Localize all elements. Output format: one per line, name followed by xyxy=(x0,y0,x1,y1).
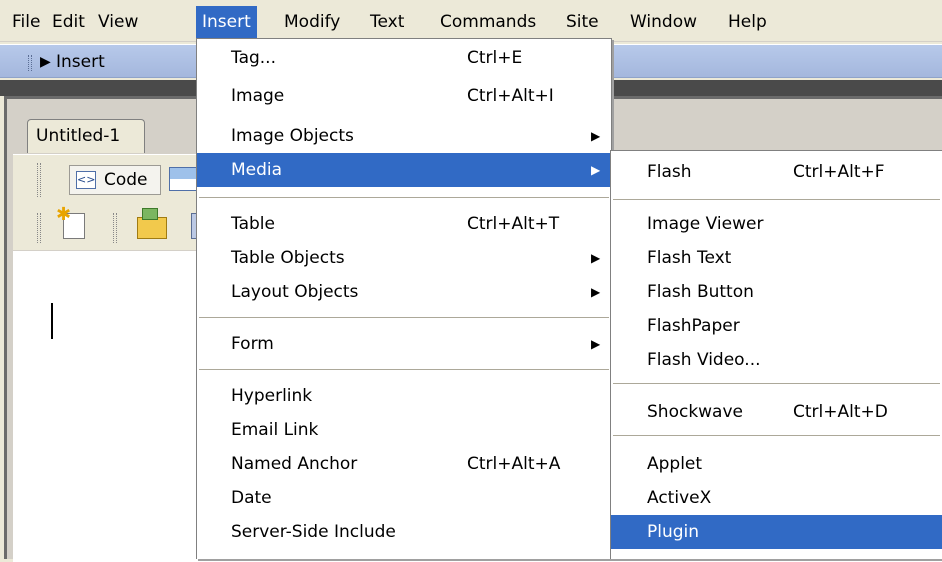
menu-item-label: Date xyxy=(231,488,272,508)
menu-item-flash-text[interactable]: Flash Text xyxy=(611,241,942,275)
menu-item-activex[interactable]: ActiveX xyxy=(611,481,942,515)
menu-item-flash[interactable]: Flash Ctrl+Alt+F xyxy=(611,155,942,189)
menu-separator xyxy=(199,317,609,318)
menu-item-label: Tag... xyxy=(231,48,276,68)
menu-item-flashpaper[interactable]: FlashPaper xyxy=(611,309,942,343)
menu-item-label: Flash Video... xyxy=(647,350,761,370)
menu-separator xyxy=(613,199,940,200)
toolbar-grip[interactable] xyxy=(37,163,41,197)
menu-bar: File Edit View Insert Modify Text Comman… xyxy=(0,0,942,42)
menu-item-label: Image Viewer xyxy=(647,214,764,234)
menu-item-date[interactable]: Date xyxy=(197,481,611,515)
menu-item-label: Image xyxy=(231,86,285,106)
menu-item-flash-button[interactable]: Flash Button xyxy=(611,275,942,309)
menu-window[interactable]: Window xyxy=(624,6,703,38)
menu-commands[interactable]: Commands xyxy=(434,6,542,38)
menu-item-label: Table Objects xyxy=(231,248,345,268)
menu-item-image[interactable]: Image Ctrl+Alt+I xyxy=(197,79,611,113)
menu-item-label: Applet xyxy=(647,454,703,474)
menu-item-label: Form xyxy=(231,334,274,354)
menu-item-label: Flash Text xyxy=(647,248,732,268)
submenu-arrow-icon: ▶ xyxy=(591,285,601,299)
menu-item-shortcut: Ctrl+Alt+T xyxy=(467,214,560,234)
document-tab[interactable]: Untitled-1 xyxy=(27,119,145,153)
menu-item-shortcut: Ctrl+Alt+D xyxy=(793,402,888,422)
menu-item-layout-objects[interactable]: Layout Objects ▶ xyxy=(197,275,611,309)
menu-item-image-objects[interactable]: Image Objects ▶ xyxy=(197,119,611,153)
menu-separator xyxy=(613,383,940,384)
menu-item-image-viewer[interactable]: Image Viewer xyxy=(611,207,942,241)
toolbar-grip[interactable] xyxy=(37,213,41,243)
menu-text[interactable]: Text xyxy=(364,6,410,38)
menu-item-tag[interactable]: Tag... Ctrl+E xyxy=(197,41,611,75)
menu-item-applet[interactable]: Applet xyxy=(611,447,942,481)
menu-item-flash-video[interactable]: Flash Video... xyxy=(611,343,942,377)
menu-file[interactable]: File xyxy=(6,6,46,38)
menu-item-shortcut: Ctrl+Alt+A xyxy=(467,454,561,474)
menu-item-shortcut: Ctrl+Alt+I xyxy=(467,86,554,106)
menu-separator xyxy=(613,435,940,436)
submenu-arrow-icon: ▶ xyxy=(591,163,601,177)
menu-item-shortcut: Ctrl+Alt+F xyxy=(793,162,885,182)
code-button-label: Code xyxy=(104,170,148,190)
menu-item-label: Media xyxy=(231,160,283,180)
submenu-arrow-icon: ▶ xyxy=(591,337,601,351)
submenu-arrow-icon: ▶ xyxy=(591,129,601,143)
menu-item-table[interactable]: Table Ctrl+Alt+T xyxy=(197,207,611,241)
menu-item-label: Named Anchor xyxy=(231,454,358,474)
insert-toolbar-label[interactable]: Insert xyxy=(56,51,105,73)
menu-separator xyxy=(199,197,609,198)
new-document-icon[interactable]: ✱ xyxy=(56,204,85,239)
menu-item-label: Shockwave xyxy=(647,402,743,422)
menu-insert[interactable]: Insert xyxy=(196,6,257,38)
menu-item-label: Layout Objects xyxy=(231,282,359,302)
menu-item-label: Flash Button xyxy=(647,282,754,302)
menu-item-email-link[interactable]: Email Link xyxy=(197,413,611,447)
menu-item-form[interactable]: Form ▶ xyxy=(197,327,611,361)
menu-item-label: Image Objects xyxy=(231,126,354,146)
insert-menu: Tag... Ctrl+E Image Ctrl+Alt+I Image Obj… xyxy=(196,38,612,559)
menu-item-label: Email Link xyxy=(231,420,319,440)
menu-site[interactable]: Site xyxy=(560,6,605,38)
menu-item-label: FlashPaper xyxy=(647,316,740,336)
toolbar-separator xyxy=(113,213,117,243)
menu-item-label: Server-Side Include xyxy=(231,522,396,542)
menu-item-server-side-include[interactable]: Server-Side Include xyxy=(197,515,611,549)
menu-item-plugin[interactable]: Plugin xyxy=(611,515,942,549)
menu-item-label: Table xyxy=(231,214,275,234)
media-submenu: Flash Ctrl+Alt+F Image Viewer Flash Text… xyxy=(610,150,942,559)
text-cursor xyxy=(51,303,53,339)
submenu-arrow-icon: ▶ xyxy=(591,251,601,265)
code-view-button[interactable]: <> Code xyxy=(69,165,161,195)
menu-item-media[interactable]: Media ▶ xyxy=(197,153,611,187)
menu-item-hyperlink[interactable]: Hyperlink xyxy=(197,379,611,413)
menu-edit[interactable]: Edit xyxy=(46,6,91,38)
menu-modify[interactable]: Modify xyxy=(278,6,346,38)
menu-item-label: Hyperlink xyxy=(231,386,313,406)
menu-item-shortcut: Ctrl+E xyxy=(467,48,523,68)
code-view-icon: <> xyxy=(76,171,96,189)
menu-separator xyxy=(199,369,609,370)
menu-item-label: Plugin xyxy=(647,522,700,542)
triangle-right-icon[interactable]: ▶ xyxy=(40,51,51,73)
menu-item-label: Flash xyxy=(647,162,692,182)
menu-item-label: ActiveX xyxy=(647,488,712,508)
menu-help[interactable]: Help xyxy=(722,6,773,38)
menu-item-shockwave[interactable]: Shockwave Ctrl+Alt+D xyxy=(611,395,942,429)
menu-item-named-anchor[interactable]: Named Anchor Ctrl+Alt+A xyxy=(197,447,611,481)
toolbar-grip[interactable] xyxy=(28,55,32,71)
menu-view[interactable]: View xyxy=(92,6,144,38)
split-view-icon[interactable] xyxy=(169,167,197,191)
open-folder-icon[interactable] xyxy=(137,208,167,239)
menu-item-table-objects[interactable]: Table Objects ▶ xyxy=(197,241,611,275)
